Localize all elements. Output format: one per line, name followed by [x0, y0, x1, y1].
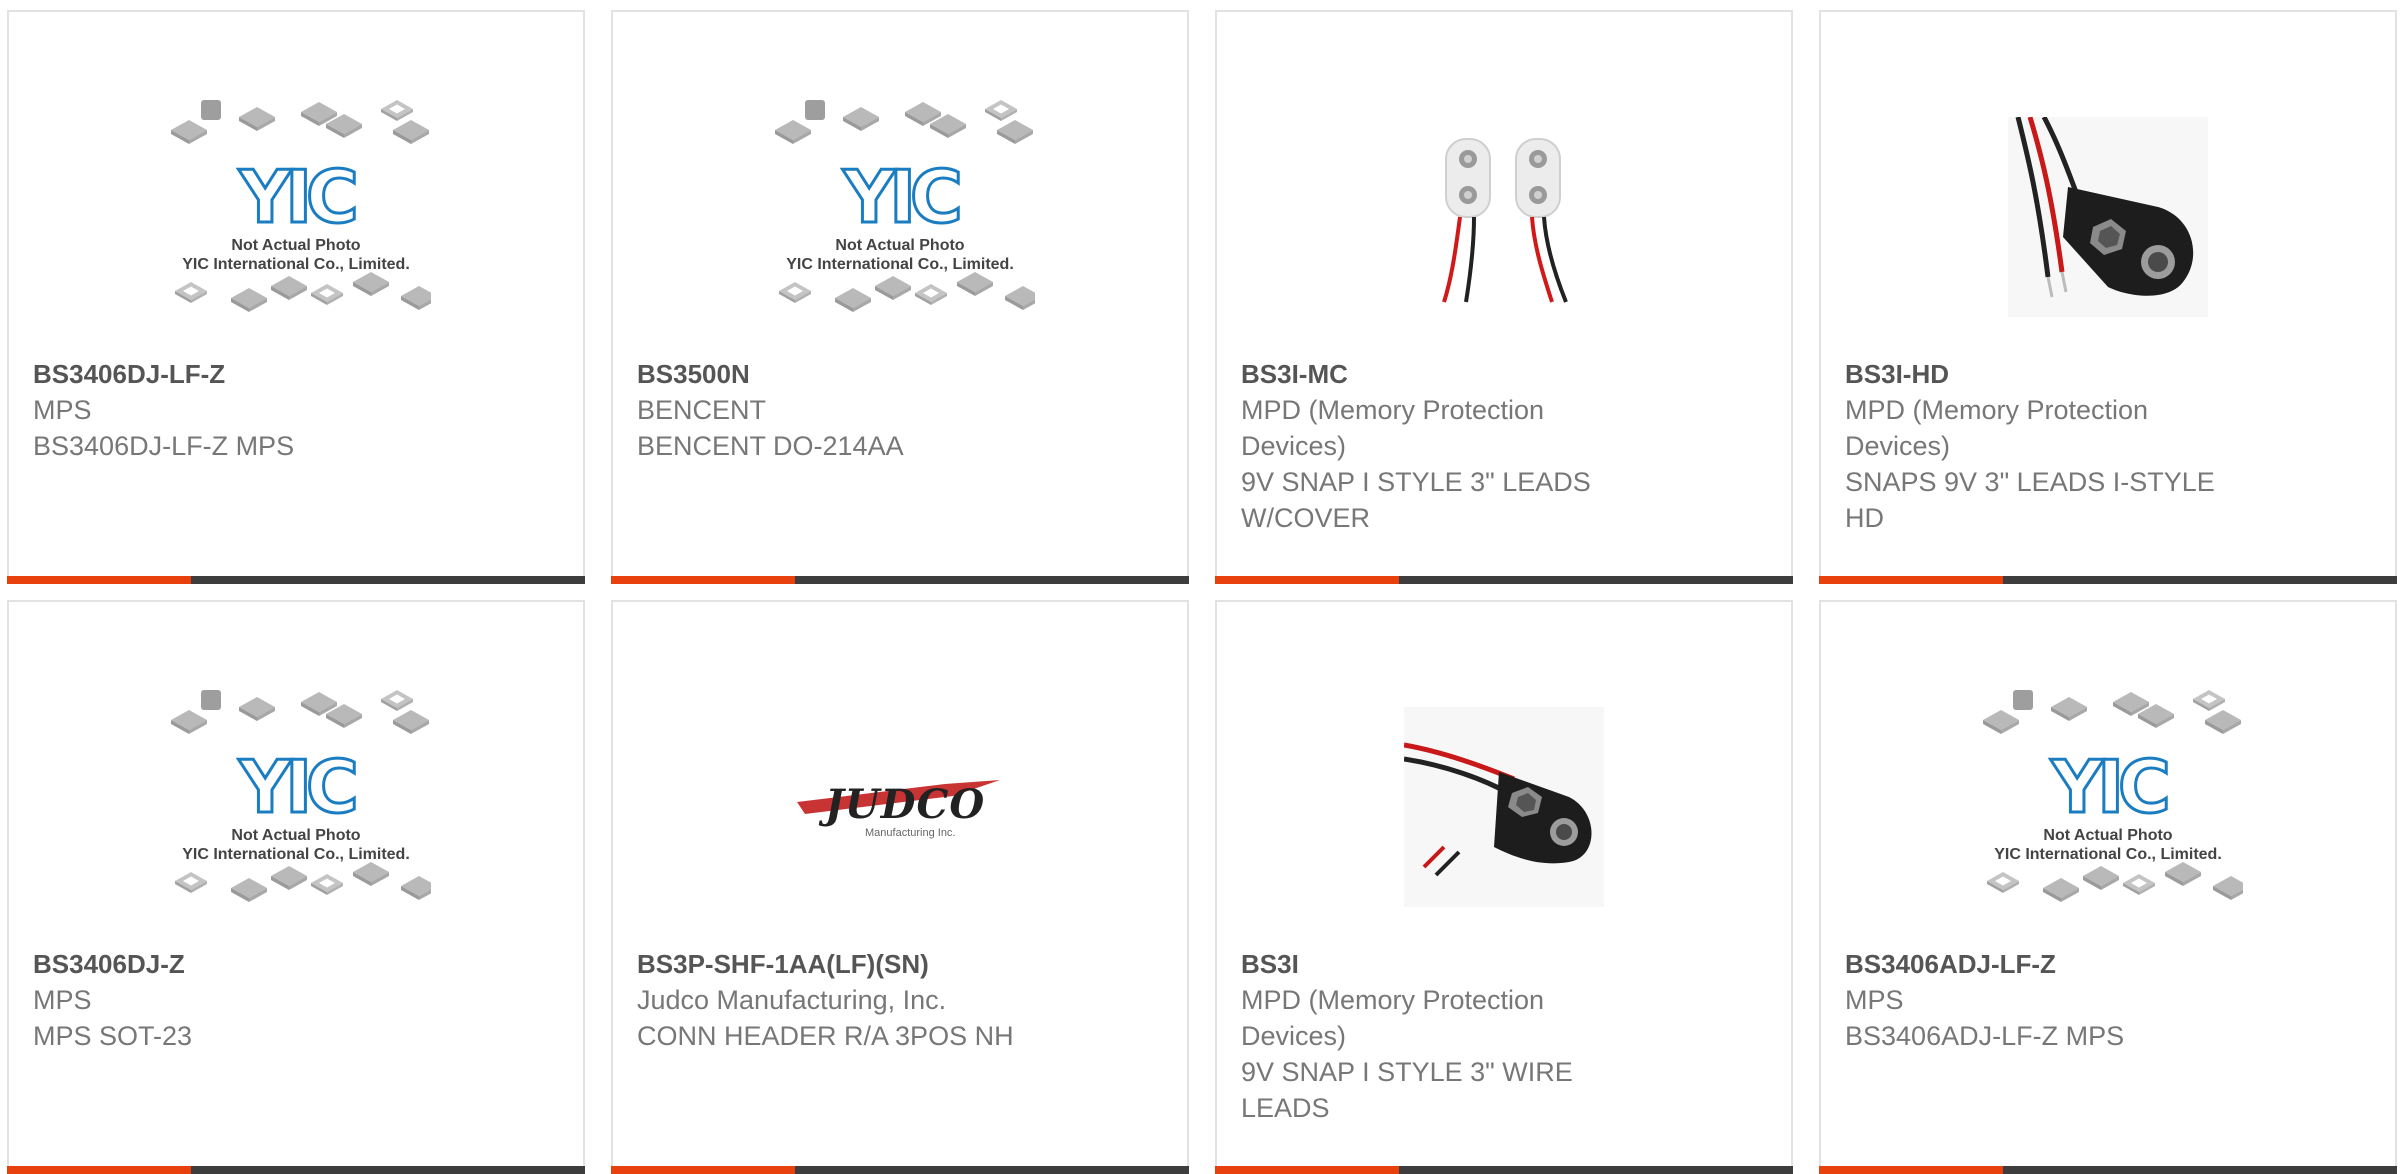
part-number-link[interactable]: BS3406ADJ-LF-Z: [1845, 946, 2245, 982]
placeholder-line2: YIC International Co., Limited.: [1994, 846, 2222, 863]
judco-logo-icon: JUDCO Manufacturing Inc.: [797, 780, 1000, 839]
manufacturer: Judco Manufacturing, Inc.: [637, 985, 947, 1015]
part-number-link[interactable]: BS3406DJ-LF-Z: [33, 356, 433, 392]
yic-placeholder-icon: YIC Not Actual Photo YIC International Co.…: [765, 92, 1035, 342]
part-number-link[interactable]: BS3500N: [637, 356, 1037, 392]
accent-bar: [7, 1166, 191, 1174]
part-number-link[interactable]: BS3I-MC: [1241, 356, 1641, 392]
description: 9V SNAP I STYLE 3" WIRE LEADS: [1241, 1057, 1573, 1123]
description: MPS SOT-23: [33, 1021, 193, 1051]
judco-logo-text: JUDCO: [818, 781, 985, 828]
product-image: YIC Not Actual Photo YIC International Co.…: [613, 82, 1187, 352]
accent-bar: [1819, 1166, 2003, 1174]
battery-snap-hd-icon: [2008, 117, 2208, 317]
manufacturer: MPD (Memory Protection Devices): [1241, 985, 1545, 1051]
accent-bar: [611, 1166, 795, 1174]
yic-placeholder-icon: YIC Not Actual Photo YIC International Co.…: [161, 682, 431, 932]
yic-placeholder-icon: YIC Not Actual Photo YIC International Co.…: [1973, 682, 2243, 932]
accent-bar: [7, 576, 191, 584]
accent-bar: [1819, 576, 2003, 584]
manufacturer: MPS: [33, 395, 92, 425]
card-footer-bar: [1215, 1166, 1793, 1174]
accent-bar: [611, 576, 795, 584]
card-footer-bar: [1819, 576, 2397, 584]
judco-tagline: Manufacturing Inc.: [865, 827, 956, 839]
product-image: YIC Not Actual Photo YIC International Co.…: [1821, 672, 2395, 942]
accent-bar: [1215, 1166, 1399, 1174]
manufacturer: MPD (Memory Protection Devices): [1845, 395, 2149, 461]
product-image: [1821, 82, 2395, 352]
yic-logo-text: YIC: [238, 155, 355, 239]
product-card[interactable]: YIC Not Actual Photo YIC International Co.…: [7, 10, 585, 584]
placeholder-line2: YIC International Co., Limited.: [182, 256, 410, 273]
part-number-link[interactable]: BS3I-HD: [1845, 356, 2245, 392]
placeholder-line1: Not Actual Photo: [231, 237, 360, 254]
description: 9V SNAP I STYLE 3" LEADS W/COVER: [1241, 467, 1591, 533]
description: BS3406ADJ-LF-Z MPS: [1845, 1021, 2125, 1051]
product-image: YIC Not Actual Photo YIC International Co.…: [9, 82, 583, 352]
part-number-link[interactable]: BS3P-SHF-1AA(LF)(SN): [637, 946, 1037, 982]
product-image: [1217, 672, 1791, 942]
product-card[interactable]: BS3I-HD MPD (Memory Protection Devices) …: [1819, 10, 2397, 584]
accent-bar: [1215, 576, 1399, 584]
description: CONN HEADER R/A 3POS NH: [637, 1021, 1014, 1051]
battery-snap-icon: [1404, 707, 1604, 907]
yic-logo-text: YIC: [842, 155, 959, 239]
manufacturer: MPD (Memory Protection Devices): [1241, 395, 1545, 461]
card-footer-bar: [611, 1166, 1189, 1174]
product-card[interactable]: YIC Not Actual Photo YIC International Co.…: [611, 10, 1189, 584]
placeholder-line1: Not Actual Photo: [231, 827, 360, 844]
placeholder-line2: YIC International Co., Limited.: [182, 846, 410, 863]
description: BS3406DJ-LF-Z MPS: [33, 431, 295, 461]
part-number-link[interactable]: BS3I: [1241, 946, 1641, 982]
part-number-link[interactable]: BS3406DJ-Z: [33, 946, 433, 982]
yic-placeholder-icon: YIC Not Actual Photo YIC International Co.…: [161, 92, 431, 342]
product-card[interactable]: BS3I MPD (Memory Protection Devices) 9V …: [1215, 600, 1793, 1174]
card-footer-bar: [7, 1166, 585, 1174]
yic-logo-text: YIC: [238, 745, 355, 829]
card-footer-bar: [611, 576, 1189, 584]
product-card[interactable]: JUDCO Manufacturing Inc. BS3P-SHF-1AA(LF…: [611, 600, 1189, 1174]
placeholder-line2: YIC International Co., Limited.: [786, 256, 1014, 273]
battery-snap-pair-icon: [1404, 117, 1604, 317]
placeholder-line1: Not Actual Photo: [835, 237, 964, 254]
product-card[interactable]: YIC Not Actual Photo YIC International Co.…: [1819, 600, 2397, 1174]
card-footer-bar: [1819, 1166, 2397, 1174]
manufacturer: MPS: [1845, 985, 1904, 1015]
product-card[interactable]: BS3I-MC MPD (Memory Protection Devices) …: [1215, 10, 1793, 584]
description: BENCENT DO-214AA: [637, 431, 904, 461]
placeholder-line1: Not Actual Photo: [2043, 827, 2172, 844]
product-image: JUDCO Manufacturing Inc.: [613, 672, 1187, 942]
card-footer-bar: [7, 576, 585, 584]
product-image: YIC Not Actual Photo YIC International Co.…: [9, 672, 583, 942]
description: SNAPS 9V 3" LEADS I-STYLE HD: [1845, 467, 2215, 533]
product-image: [1217, 82, 1791, 352]
manufacturer: BENCENT: [637, 395, 767, 425]
card-footer-bar: [1215, 576, 1793, 584]
product-card[interactable]: YIC Not Actual Photo YIC International Co.…: [7, 600, 585, 1174]
manufacturer: MPS: [33, 985, 92, 1015]
yic-logo-text: YIC: [2050, 745, 2167, 829]
